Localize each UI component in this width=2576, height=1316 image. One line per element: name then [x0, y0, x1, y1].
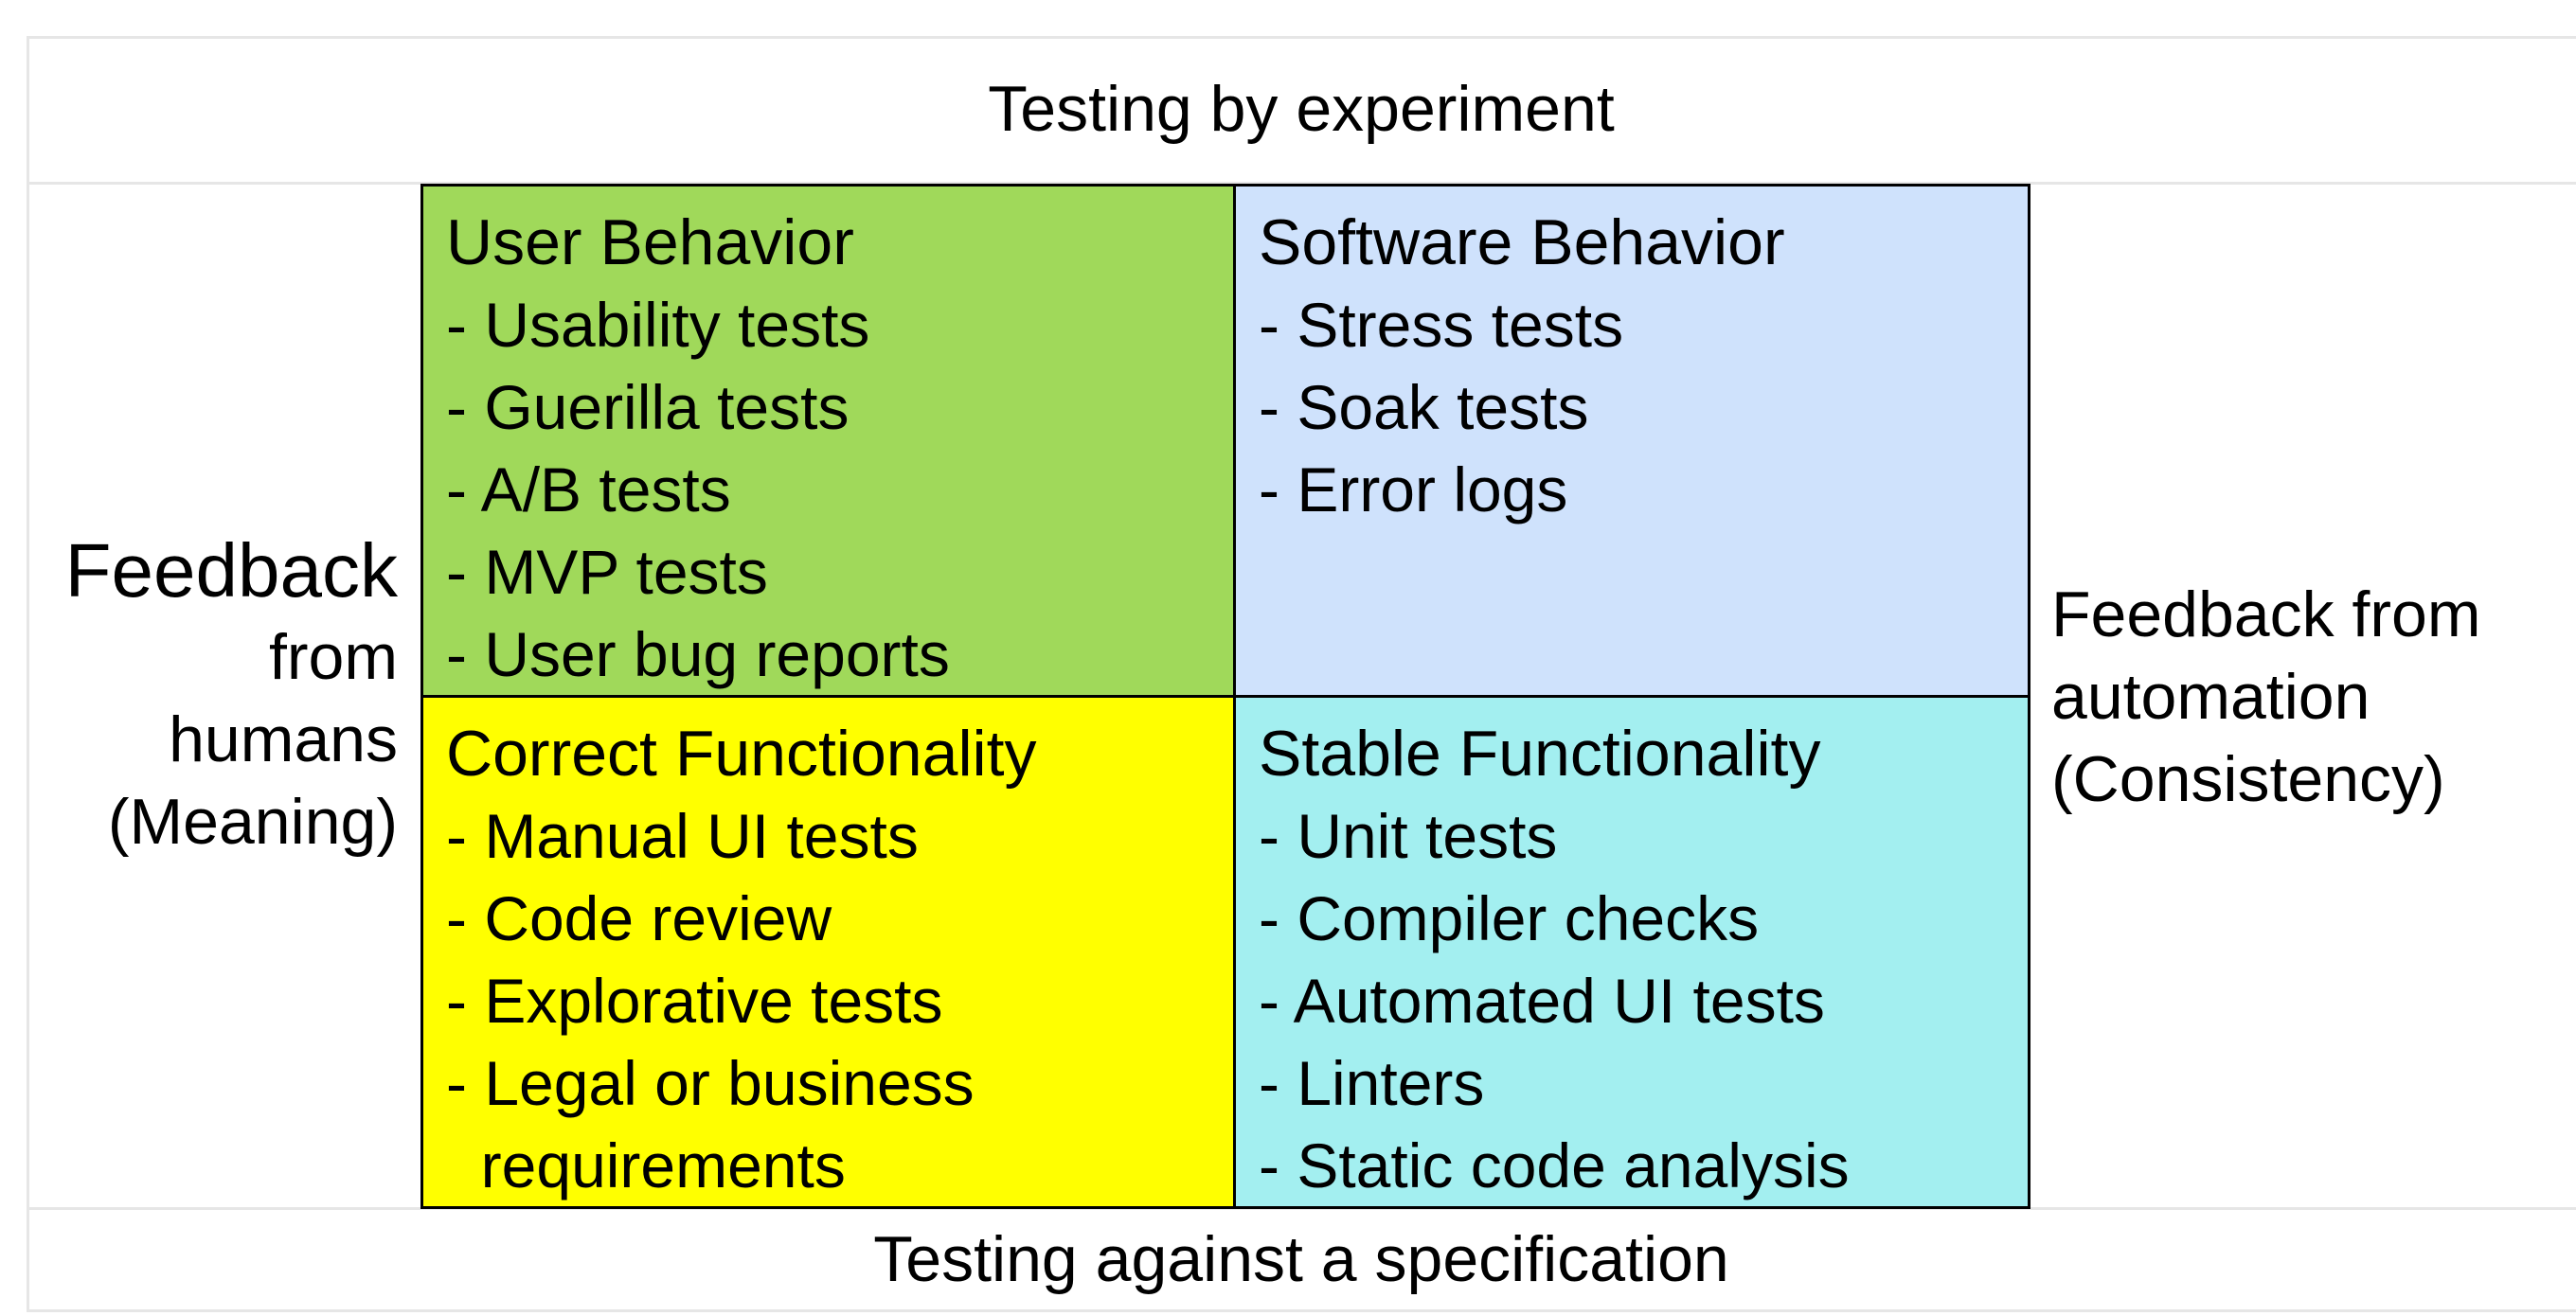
right-label-line: (Consistency): [2051, 743, 2445, 815]
quadrant-item: - Error logs: [1259, 454, 1568, 525]
quadrant-item: - A/B tests: [446, 454, 731, 525]
quadrant-item: - Stress tests: [1259, 290, 1624, 360]
quadrant-software-behavior: Software Behavior - Stress tests - Soak te…: [1236, 187, 2028, 698]
quadrant-title: Stable Functionality: [1259, 718, 1821, 790]
right-label-line: automation: [2051, 661, 2370, 733]
quadrant-item: - Guerilla tests: [446, 372, 850, 442]
quadrant-item: - Compiler checks: [1259, 883, 1760, 953]
quadrant-item: requirements: [446, 1130, 846, 1200]
quadrant-correct-functionality: Correct Functionality - Manual UI tests - …: [423, 698, 1236, 1206]
left-label-line: Feedback: [64, 528, 398, 613]
right-label-line: Feedback from: [2051, 578, 2481, 650]
quadrant-title: User Behavior: [446, 206, 854, 278]
quadrant-item: - Usability tests: [446, 290, 870, 360]
top-axis-label: Testing by experiment: [988, 73, 1615, 145]
quadrant-user-behavior: User Behavior - Usability tests - Guerilla…: [423, 187, 1236, 698]
quadrant-item: - Soak tests: [1259, 372, 1589, 442]
quadrant-item: - Static code analysis: [1259, 1130, 1850, 1200]
bottom-axis-label: Testing against a specification: [873, 1223, 1729, 1295]
left-label-line: humans: [169, 703, 398, 775]
left-axis-label: Feedback from humans (Meaning): [65, 525, 398, 863]
quadrant-item: - MVP tests: [446, 537, 768, 607]
quadrant-item: - Explorative tests: [446, 966, 943, 1036]
quadrant-title: Software Behavior: [1259, 206, 1785, 278]
left-label-line: (Meaning): [107, 786, 398, 858]
quadrant-item: - User bug reports: [446, 619, 950, 689]
right-axis-label: Feedback from automation (Consistency): [2051, 574, 2481, 821]
quadrant-item: - Linters: [1259, 1048, 1485, 1118]
quadrant-stable-functionality: Stable Functionality - Unit tests - Compil…: [1236, 698, 2028, 1206]
quadrant-item: - Code review: [446, 883, 832, 953]
quadrant-item: - Legal or business: [446, 1048, 975, 1118]
quadrant-title: Correct Functionality: [446, 718, 1037, 790]
left-label-line: from: [269, 621, 398, 693]
quadrant-item: - Automated UI tests: [1259, 966, 1825, 1036]
quadrant-grid: User Behavior - Usability tests - Guerilla…: [420, 184, 2030, 1209]
quadrant-item: - Manual UI tests: [446, 801, 919, 871]
quadrant-item: - Unit tests: [1259, 801, 1558, 871]
